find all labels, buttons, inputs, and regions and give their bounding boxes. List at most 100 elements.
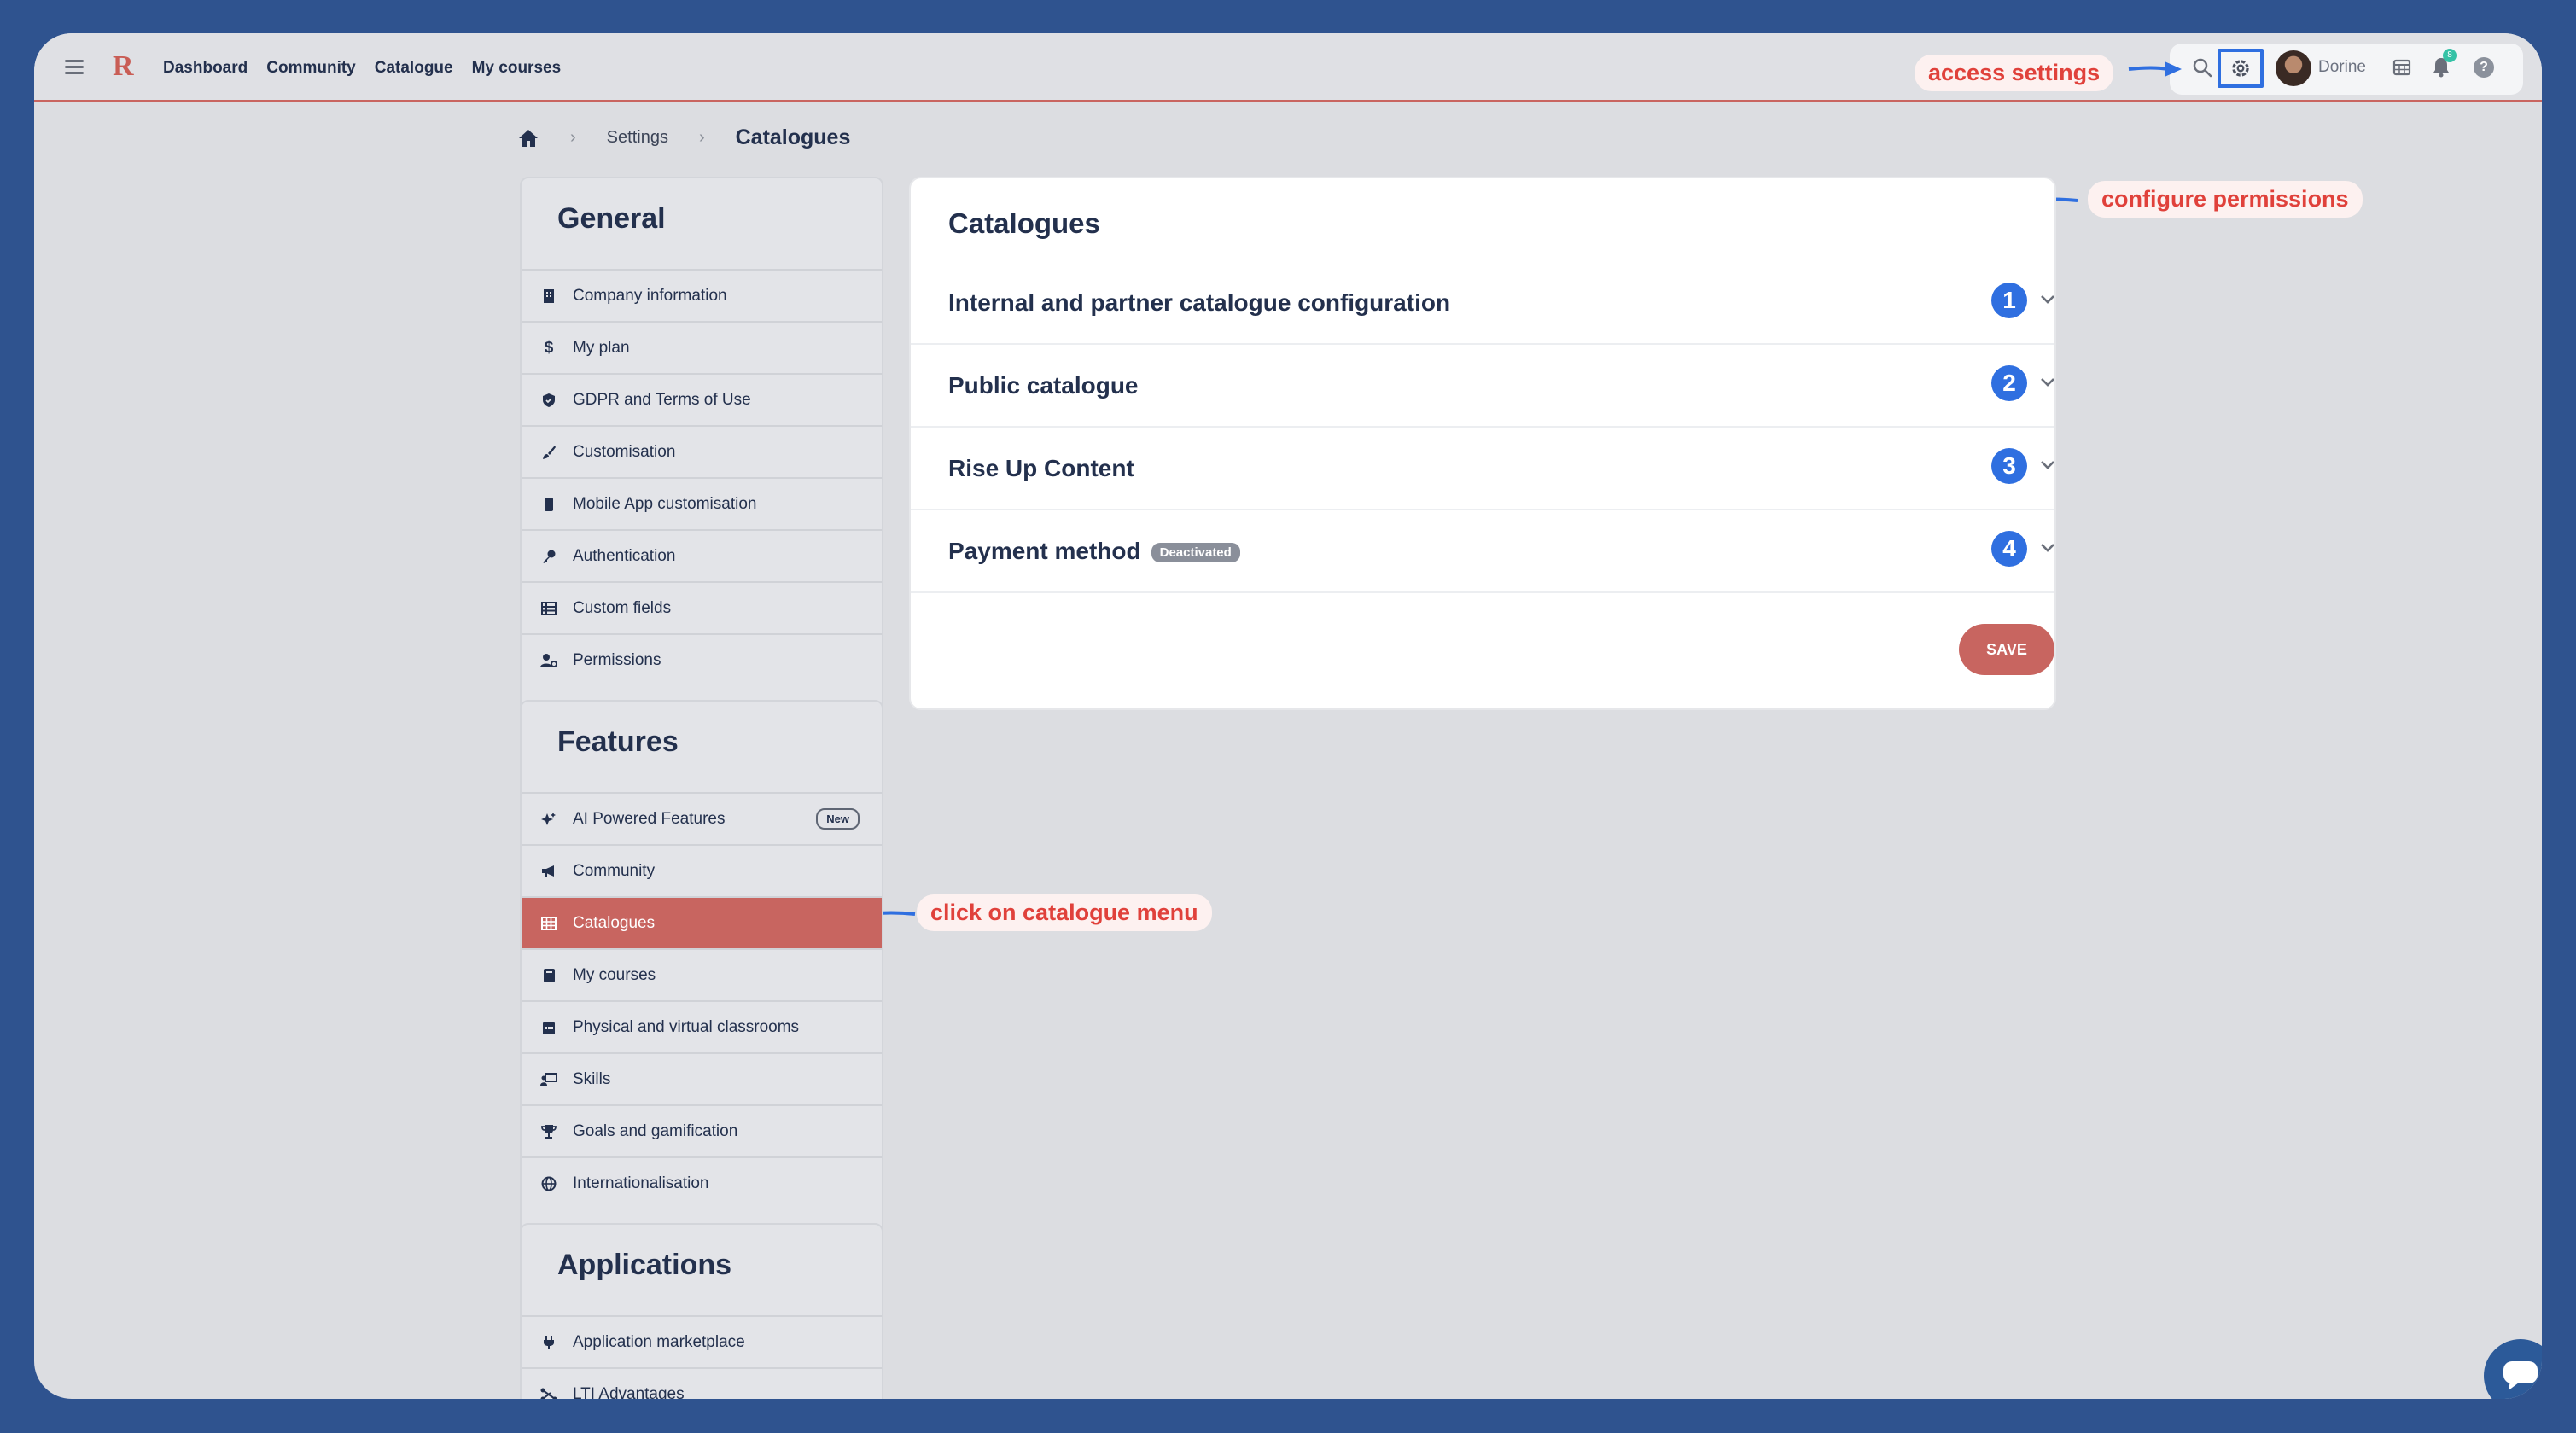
settings-button[interactable] (2218, 49, 2264, 88)
sidebar-item-label: AI Powered Features (573, 809, 726, 828)
sidebar-item-company-information[interactable]: Company information (522, 269, 882, 321)
notification-badge: 8 (2443, 49, 2457, 62)
sidebar-item-community[interactable]: Community (522, 844, 882, 896)
breadcrumb-separator-icon: › (570, 128, 576, 147)
building-icon (540, 288, 557, 305)
sidebar-item-my-courses[interactable]: My courses (522, 948, 882, 1000)
sidebar-item-ai-powered-features[interactable]: AI Powered Features New (522, 792, 882, 844)
section-label: Rise Up Content (948, 455, 1134, 481)
nav-catalogue[interactable]: Catalogue (375, 59, 453, 78)
applications-panel: Applications Application marketplace LTI… (520, 1223, 883, 1399)
table-icon (540, 600, 557, 617)
step-number: 3 (1991, 448, 2027, 484)
chevron-down-icon[interactable] (2037, 455, 2058, 475)
sidebar-item-label: Community (573, 861, 656, 880)
arrow-right-icon (2128, 61, 2182, 77)
plug-icon (540, 1334, 557, 1351)
user-gear-icon (540, 652, 557, 669)
sidebar-item-my-plan[interactable]: $ My plan (522, 321, 882, 373)
callout-access-settings: access settings (1915, 55, 2114, 91)
book-icon (540, 967, 557, 984)
section-label: Internal and partner catalogue configura… (948, 289, 1451, 316)
sidebar-item-skills[interactable]: Skills (522, 1052, 882, 1104)
deactivated-badge: Deactivated (1151, 543, 1240, 563)
section-public-catalogue[interactable]: Public catalogue 2 (911, 345, 2054, 428)
megaphone-icon (540, 863, 557, 880)
chat-button[interactable] (2484, 1339, 2542, 1399)
features-title: Features (557, 725, 679, 758)
sidebar-item-application-marketplace[interactable]: Application marketplace (522, 1315, 882, 1367)
sidebar-item-label: Company information (573, 286, 727, 305)
applications-title: Applications (557, 1249, 732, 1281)
sidebar-item-mobile-app[interactable]: Mobile App customisation (522, 477, 882, 529)
step-number: 4 (1991, 531, 2027, 567)
network-icon (540, 1386, 557, 1399)
breadcrumb: › Settings › Catalogues (517, 125, 850, 150)
nav-my-courses[interactable]: My courses (472, 59, 562, 78)
chevron-down-icon[interactable] (2037, 289, 2058, 310)
breadcrumb-separator-icon: › (698, 128, 705, 147)
chalkboard-icon (540, 1071, 557, 1088)
sidebar-item-customisation[interactable]: Customisation (522, 425, 882, 477)
sidebar-item-label: My courses (573, 965, 656, 984)
sidebar-item-label: GDPR and Terms of Use (573, 390, 751, 409)
mobile-icon (540, 496, 557, 513)
sidebar-item-label: Mobile App customisation (573, 494, 757, 513)
sidebar-item-label: Skills (573, 1069, 611, 1088)
sidebar-item-classrooms[interactable]: Physical and virtual classrooms (522, 1000, 882, 1052)
calendar-icon[interactable] (2392, 56, 2412, 77)
chevron-down-icon[interactable] (2037, 372, 2058, 393)
help-icon[interactable]: ? (2474, 57, 2494, 78)
key-icon (540, 548, 557, 565)
nav-dashboard[interactable]: Dashboard (163, 59, 248, 78)
breadcrumb-current: Catalogues (735, 125, 851, 149)
sidebar-item-internationalisation[interactable]: Internationalisation (522, 1156, 882, 1209)
sidebar-item-label: Application marketplace (573, 1332, 745, 1351)
catalogues-card: Catalogues Internal and partner catalogu… (909, 177, 2056, 710)
callout-click-catalogue: click on catalogue menu (917, 894, 1212, 931)
sidebar-item-custom-fields[interactable]: Custom fields (522, 581, 882, 633)
sidebar-item-label: LTI Advantages (573, 1384, 685, 1400)
app-window: R Dashboard Community Catalogue My cours… (34, 33, 2542, 1399)
section-label: Public catalogue (948, 372, 1139, 399)
save-button[interactable]: SAVE (1959, 624, 2054, 675)
sidebar-item-authentication[interactable]: Authentication (522, 529, 882, 581)
shield-icon (540, 392, 557, 409)
section-rise-up-content[interactable]: Rise Up Content 3 (911, 428, 2054, 510)
new-badge: New (816, 808, 860, 830)
avatar[interactable] (2276, 50, 2311, 86)
nav-community[interactable]: Community (266, 59, 356, 78)
sidebar-item-permissions[interactable]: Permissions (522, 633, 882, 685)
dollar-icon: $ (544, 338, 554, 357)
sidebar-item-label: Catalogues (573, 913, 656, 932)
username[interactable]: Dorine (2318, 58, 2366, 77)
menu-icon[interactable] (65, 60, 84, 75)
sidebar-item-catalogues[interactable]: Catalogues (522, 896, 882, 948)
sparkle-icon (540, 811, 557, 828)
general-panel: General Company information $ My plan GD… (520, 177, 883, 714)
breadcrumb-settings[interactable]: Settings (607, 128, 668, 148)
card-title: Catalogues (948, 207, 1100, 239)
chat-icon (2503, 1361, 2538, 1390)
sidebar-item-label: Permissions (573, 650, 661, 669)
chevron-down-icon[interactable] (2037, 538, 2058, 558)
sidebar-item-label: Customisation (573, 442, 676, 461)
sidebar-item-label: My plan (573, 338, 630, 357)
sidebar-item-goals-gamification[interactable]: Goals and gamification (522, 1104, 882, 1156)
sidebar-item-lti-advantages[interactable]: LTI Advantages (522, 1367, 882, 1399)
top-nav: Dashboard Community Catalogue My courses (163, 59, 561, 78)
section-internal-partner[interactable]: Internal and partner catalogue configura… (911, 262, 2054, 345)
sidebar-item-label: Physical and virtual classrooms (573, 1017, 800, 1036)
calendar-icon (540, 1019, 557, 1036)
home-icon[interactable] (517, 128, 539, 149)
sidebar-item-gdpr[interactable]: GDPR and Terms of Use (522, 373, 882, 425)
general-title: General (557, 202, 666, 235)
app-logo[interactable]: R (113, 50, 134, 83)
section-label: Payment method Deactivated (948, 538, 1240, 565)
section-label-text: Payment method (948, 538, 1141, 564)
search-icon[interactable] (2192, 57, 2212, 78)
grid-icon (540, 915, 557, 932)
step-number: 1 (1991, 283, 2027, 318)
section-payment-method[interactable]: Payment method Deactivated 4 (911, 510, 2054, 593)
callout-configure-permissions: configure permissions (2088, 181, 2363, 218)
